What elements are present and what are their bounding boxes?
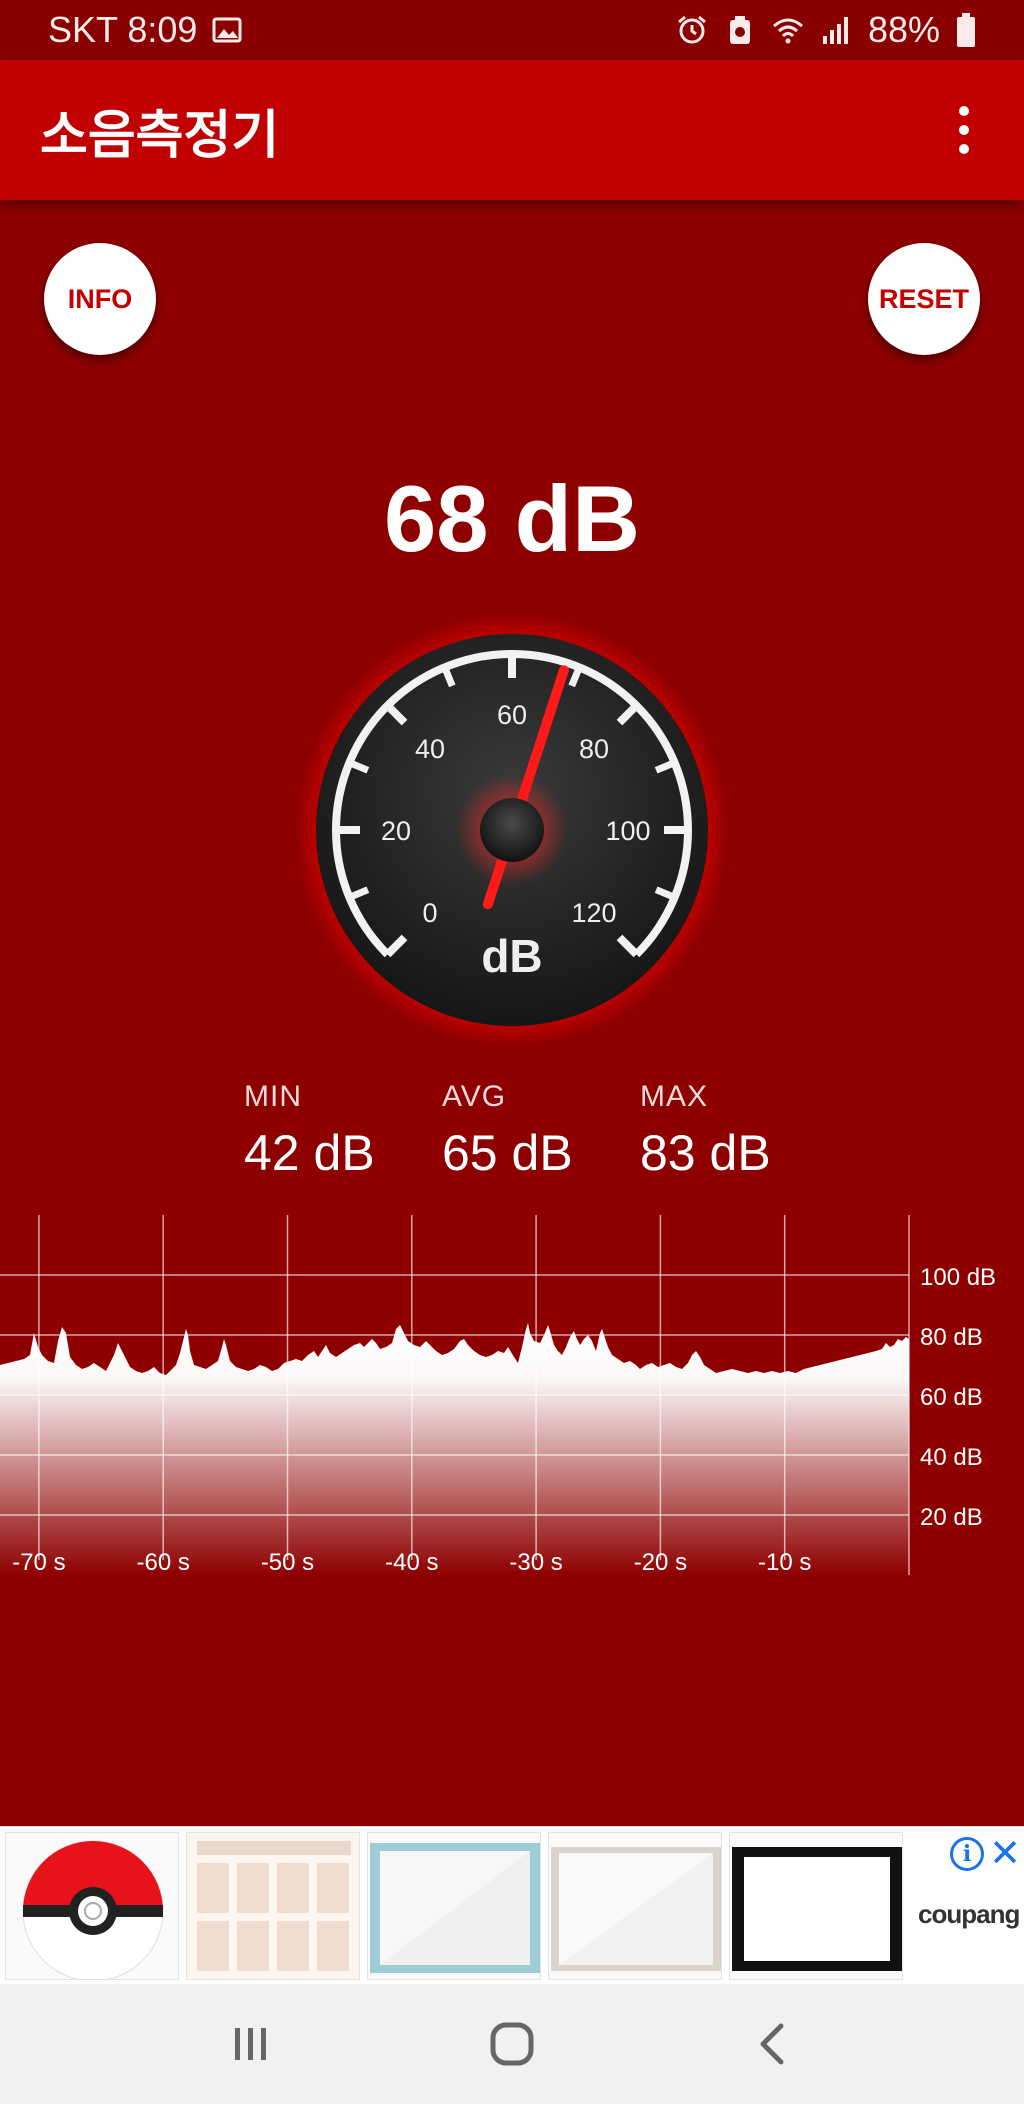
decibel-gauge: 0 20 40 60 80 100 120 dB [294, 612, 730, 1048]
gauge-tick-label: 40 [415, 734, 445, 764]
graph-y-labels: 100 dB 80 dB 60 dB 40 dB 20 dB [920, 1264, 996, 1531]
status-right: 88% [676, 9, 976, 51]
alarm-icon [677, 15, 706, 44]
ad-product-frame-blue[interactable] [367, 1832, 541, 1980]
more-vert-icon[interactable] [944, 100, 984, 160]
graph-y-label: 40 dB [920, 1444, 983, 1471]
back-icon [760, 2023, 784, 2065]
gauge-tick-label: 0 [422, 898, 437, 928]
graph-y-label: 80 dB [920, 1324, 983, 1351]
graph-y-label: 100 dB [920, 1264, 996, 1291]
frame-icon [732, 1847, 902, 1971]
recents-button[interactable] [211, 2004, 291, 2084]
graph-x-label: -70 s [12, 1549, 65, 1575]
gauge-hub [480, 798, 544, 862]
max-label: MAX [640, 1080, 709, 1113]
stats-row: MIN 42 dB AVG 65 dB MAX 83 dB [244, 1080, 838, 1182]
status-bar: SKT 8:09 88% [0, 0, 1024, 60]
gallery-icon [212, 17, 242, 43]
gauge-tick-label: 20 [381, 816, 411, 846]
ad-banner[interactable]: i ✕ coupang [0, 1826, 1024, 1984]
graph-x-label: -50 s [261, 1549, 314, 1575]
chart-poster-icon [187, 1833, 359, 1979]
status-left: SKT 8:09 [48, 9, 243, 51]
recycle-icon [729, 16, 750, 44]
gauge-tick-label: 100 [605, 816, 650, 846]
system-nav-bar [0, 1984, 1024, 2104]
gauge-tick-label: 80 [579, 734, 609, 764]
battery-percent: 88% [867, 9, 940, 50]
info-button[interactable]: INFO [44, 243, 156, 355]
carrier-time: SKT 8:09 [48, 9, 198, 50]
frame-icon [551, 1847, 721, 1971]
app-title: 소음측정기 [40, 105, 280, 166]
wifi-icon [772, 18, 803, 44]
ad-product-pokeball[interactable] [5, 1832, 179, 1980]
battery-icon [957, 13, 975, 47]
avg-value: 65 dB [442, 1125, 573, 1181]
ad-close-icon[interactable]: ✕ [988, 1833, 1022, 1875]
reset-button[interactable]: RESET [868, 243, 980, 355]
noise-history-graph: 100 dB 80 dB 60 dB 40 dB 20 dB -70 s -60 s -50… [0, 1215, 996, 1575]
home-button[interactable] [472, 2004, 552, 2084]
back-button[interactable] [733, 2004, 813, 2084]
ad-product-multiplication-chart[interactable] [186, 1832, 360, 1980]
min-value: 42 dB [244, 1125, 375, 1181]
min-label: MIN [244, 1080, 302, 1113]
noise-area [0, 1323, 909, 1575]
ad-product-frame-black[interactable] [729, 1832, 903, 1980]
stat-max: MAX 83 dB [640, 1080, 838, 1182]
signal-icon [822, 17, 848, 44]
graph-y-label: 20 dB [920, 1504, 983, 1531]
ad-info-icon[interactable]: i [950, 1837, 984, 1871]
max-value: 83 dB [640, 1125, 771, 1181]
recents-icon [234, 2028, 266, 2060]
db-reading: 68 dB [384, 466, 640, 571]
home-icon [490, 2022, 534, 2066]
gauge-tick-label: 120 [571, 898, 616, 928]
graph-x-label: -40 s [385, 1549, 438, 1575]
ad-brand-logo: coupang [918, 1899, 1020, 1929]
graph-x-label: -20 s [634, 1549, 687, 1575]
graph-y-label: 60 dB [920, 1384, 983, 1411]
graph-x-label: -30 s [509, 1549, 562, 1575]
graph-x-label: -10 s [758, 1549, 811, 1575]
gauge-tick-label: 60 [497, 700, 527, 730]
ad-product-frame-gray[interactable] [548, 1832, 722, 1980]
frame-icon [370, 1843, 540, 1973]
pokeball-icon [22, 1840, 164, 1979]
stat-min: MIN 42 dB [244, 1080, 442, 1182]
app-bar: 소음측정기 [0, 60, 1024, 200]
gauge-unit: dB [481, 930, 542, 982]
graph-x-label: -60 s [137, 1549, 190, 1575]
avg-label: AVG [442, 1080, 507, 1113]
stat-avg: AVG 65 dB [442, 1080, 640, 1182]
